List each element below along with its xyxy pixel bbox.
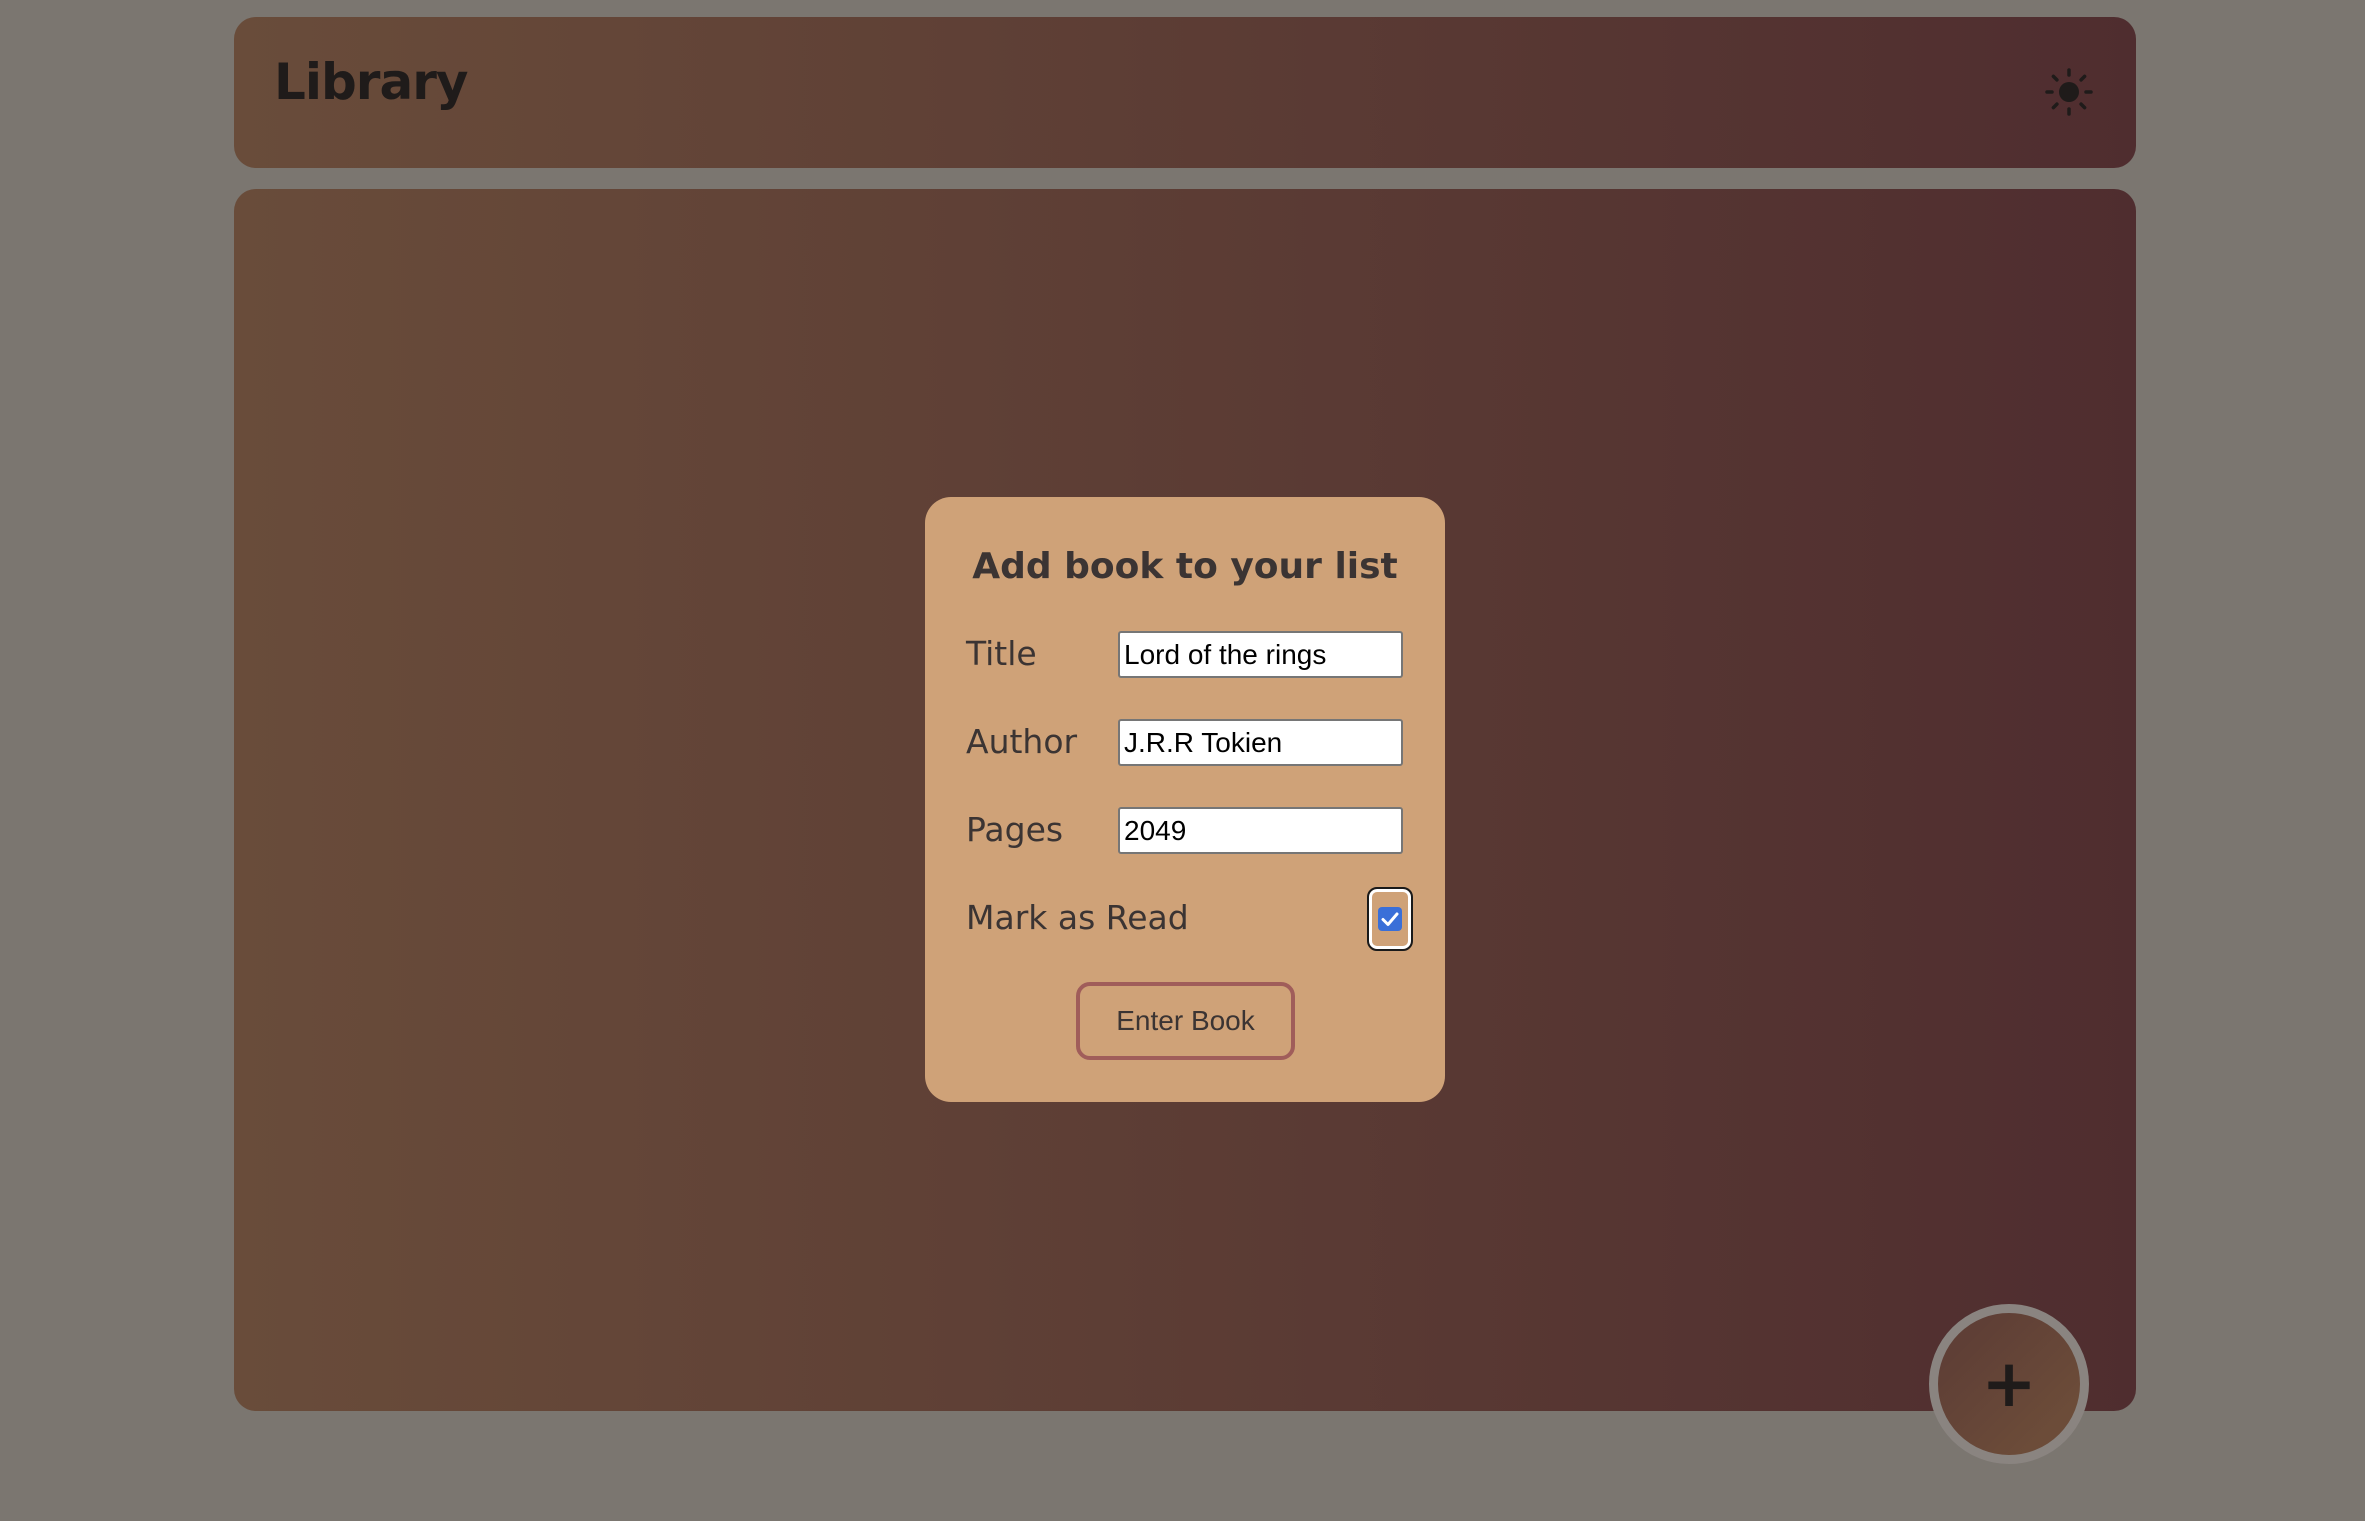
plus-icon: + (1981, 1345, 2037, 1422)
add-book-fab-button[interactable]: + (1929, 1304, 2089, 1464)
checkmark-icon (1381, 912, 1399, 926)
app-title: Library (274, 53, 468, 111)
author-label: Author (966, 722, 1078, 761)
sun-icon (2045, 68, 2093, 116)
pages-label: Pages (966, 810, 1064, 849)
mark-as-read-label: Mark as Read (966, 898, 1189, 937)
app-header: Library (234, 17, 2136, 168)
checkbox-checked-box (1378, 907, 1402, 931)
add-book-dialog: Add book to your list Title Author Pages… (925, 497, 1445, 1102)
title-input[interactable] (1118, 631, 1403, 678)
mark-as-read-checkbox[interactable] (1367, 887, 1413, 951)
dialog-title: Add book to your list (972, 546, 1398, 587)
enter-book-button[interactable]: Enter Book (1076, 982, 1295, 1060)
pages-input[interactable] (1118, 807, 1403, 854)
title-label: Title (966, 634, 1037, 673)
theme-toggle-button[interactable] (2044, 67, 2094, 117)
author-input[interactable] (1118, 719, 1403, 766)
